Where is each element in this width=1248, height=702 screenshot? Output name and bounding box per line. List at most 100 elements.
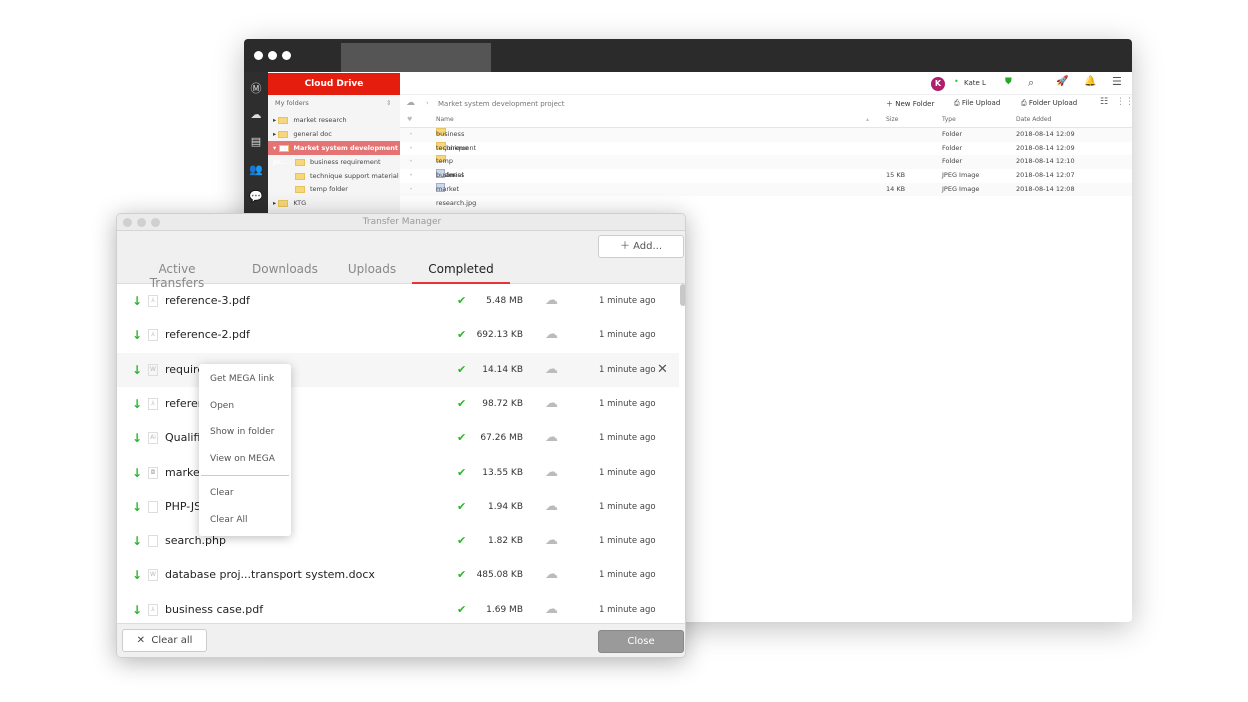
close-window-button[interactable]: [254, 51, 263, 60]
tree-item[interactable]: ▸ KTG: [268, 196, 400, 210]
transfer-size: 14.14 KB: [482, 364, 523, 375]
list-view-icon[interactable]: ☷: [1100, 97, 1108, 107]
cloud-icon[interactable]: ☁: [545, 490, 558, 524]
cloud-icon[interactable]: ☁: [545, 284, 558, 318]
cloud-icon[interactable]: ☁: [545, 421, 558, 455]
cloud-drive-header[interactable]: Cloud Drive: [268, 73, 400, 95]
download-arrow-icon: ↓: [132, 534, 143, 549]
tab-active-transfers[interactable]: Active Transfers: [134, 262, 220, 290]
cloud-icon[interactable]: ☁: [545, 353, 558, 387]
file-type-icon: Ai: [148, 432, 158, 445]
breadcrumb-current[interactable]: Market system development project: [438, 100, 565, 108]
tree-item[interactable]: ▸ general doc: [268, 127, 400, 141]
file-upload-button[interactable]: ⎙ File Upload: [954, 99, 1000, 108]
close-window-button[interactable]: [123, 218, 132, 227]
file-row[interactable]: • temp folder Folder 2018-08-14 12:10: [400, 155, 1132, 179]
menu-item-clear-all[interactable]: Clear All: [210, 515, 248, 525]
bullet-icon: •: [409, 143, 413, 152]
tab-downloads[interactable]: Downloads: [252, 262, 318, 284]
transfer-size: 13.55 KB: [482, 467, 523, 478]
mega-logo-icon[interactable]: Ⓜ: [248, 80, 264, 96]
clear-all-button[interactable]: ✕ Clear all: [122, 629, 207, 652]
transfer-size: 692.13 KB: [476, 330, 523, 341]
cloud-icon[interactable]: ☁: [545, 318, 558, 352]
tab-completed[interactable]: Completed: [412, 262, 510, 284]
sort-icon[interactable]: ⇕: [386, 99, 391, 107]
contacts-icon[interactable]: 👥: [248, 163, 264, 176]
avatar[interactable]: K: [931, 77, 945, 91]
new-folder-button[interactable]: ＋ New Folder: [886, 99, 934, 109]
checkmark-icon: ✔: [457, 431, 467, 445]
menu-item-open[interactable]: Open: [210, 401, 234, 411]
file-list-header: ♥ Name ▴ Size Type Date Added: [400, 116, 1132, 128]
file-row[interactable]: • business case.jpg 15 KB JPEG Image 201…: [400, 169, 1132, 193]
grid-view-icon[interactable]: ⋮⋮: [1116, 97, 1132, 107]
cloud-icon[interactable]: ☁: [248, 108, 264, 121]
file-row[interactable]: • technique support material Folder 2018…: [400, 141, 1132, 179]
menu-item-get-mega-link[interactable]: Get MEGA link: [210, 374, 274, 384]
remove-icon[interactable]: ✕: [657, 353, 668, 387]
chat-icon[interactable]: 💬: [248, 190, 264, 203]
transfer-file-name: reference-3.pdf: [165, 294, 250, 307]
download-arrow-icon: ↓: [132, 396, 143, 411]
scrollbar[interactable]: [680, 284, 685, 306]
transfer-size: 1.94 KB: [488, 501, 523, 512]
transfer-size: 5.48 MB: [486, 296, 523, 306]
transfer-manager-title: Transfer Manager: [117, 214, 685, 231]
tree-item[interactable]: business requirement: [268, 155, 400, 169]
tree-item-selected[interactable]: ▾ Market system development pr...: [268, 141, 400, 166]
maximize-window-button[interactable]: [151, 218, 160, 227]
column-size[interactable]: Size: [886, 116, 898, 123]
transfer-row[interactable]: ↓ ⅄ business case.pdf ✔ 1.69 MB ☁ 1 minu…: [117, 593, 679, 623]
folder-upload-button[interactable]: ⎙ Folder Upload: [1021, 99, 1077, 108]
cloud-icon[interactable]: ☁: [406, 98, 415, 108]
download-arrow-icon: ↓: [132, 362, 143, 377]
file-type-icon: W: [148, 363, 158, 376]
browser-tab[interactable]: [341, 43, 491, 72]
context-menu: Get MEGA link Open Show in folder View o…: [199, 364, 291, 536]
menu-divider: [201, 475, 289, 476]
menu-icon[interactable]: ☰: [1112, 75, 1122, 88]
tab-uploads[interactable]: Uploads: [347, 262, 397, 284]
bell-icon[interactable]: 🔔: [1084, 76, 1096, 87]
breadcrumb: ☁ › Market system development project ＋ …: [400, 95, 1132, 113]
close-icon: ✕: [136, 635, 145, 646]
transfer-size: 485.08 KB: [476, 570, 523, 581]
transfer-row[interactable]: ↓ W database proj...transport system.doc…: [117, 558, 679, 592]
minimize-window-button[interactable]: [137, 218, 146, 227]
user-name[interactable]: Kate L: [964, 79, 986, 87]
menu-item-show-in-folder[interactable]: Show in folder: [210, 427, 274, 437]
maximize-window-button[interactable]: [282, 51, 291, 60]
tree-item[interactable]: temp folder: [268, 182, 400, 196]
tree-item[interactable]: ▸ market research: [268, 113, 400, 127]
file-type: Folder: [942, 130, 963, 138]
file-row[interactable]: • business requirement Folder 2018-08-14…: [400, 128, 1132, 152]
footer: ✕ Clear all Close: [117, 623, 685, 657]
tree-item[interactable]: technique support material: [268, 169, 400, 183]
file-row[interactable]: • market research.jpg 14 KB JPEG Image 2…: [400, 182, 1132, 207]
close-button[interactable]: Close: [598, 630, 684, 653]
cloud-icon[interactable]: ☁: [545, 456, 558, 490]
file-type-icon: [148, 535, 158, 548]
search-icon[interactable]: ⌕: [1028, 76, 1034, 90]
rocket-icon[interactable]: 🚀: [1056, 76, 1068, 87]
column-date[interactable]: Date Added: [1016, 116, 1051, 123]
shield-icon[interactable]: ⛊: [1005, 77, 1012, 87]
file-date: 2018-08-14 12:08: [1016, 184, 1075, 193]
inbox-icon[interactable]: ▤: [248, 135, 264, 148]
checkmark-icon: ✔: [457, 568, 467, 582]
cloud-icon[interactable]: ☁: [545, 387, 558, 421]
download-arrow-icon: ↓: [132, 294, 143, 308]
transfer-row[interactable]: ↓ ⅄ reference-2.pdf ✔ 692.13 KB ☁ 1 minu…: [117, 318, 679, 352]
transfer-file-name: PHP-JS: [165, 499, 202, 513]
cloud-icon[interactable]: ☁: [545, 593, 558, 623]
minimize-window-button[interactable]: [268, 51, 277, 60]
cloud-icon[interactable]: ☁: [545, 558, 558, 592]
menu-item-view-on-mega[interactable]: View on MEGA: [210, 454, 275, 464]
column-type[interactable]: Type: [942, 116, 956, 123]
menu-item-clear[interactable]: Clear: [210, 488, 234, 498]
add-button[interactable]: ＋ Add...: [598, 235, 684, 258]
column-name[interactable]: Name: [436, 116, 454, 123]
cloud-icon[interactable]: ☁: [545, 524, 558, 558]
transfer-row[interactable]: ↓ ⅄ reference-3.pdf ✔ 5.48 MB ☁ 1 minute…: [117, 284, 679, 318]
